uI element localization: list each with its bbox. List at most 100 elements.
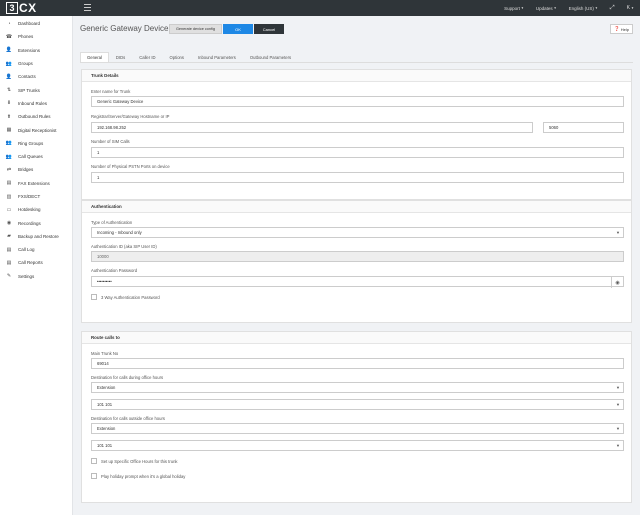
top-nav: Support ▼ Updates ▼ English (US) ▼ ⤢ K ▼	[504, 0, 634, 16]
caret-down-icon: ▼	[520, 6, 524, 10]
outbound-icon: ⬆	[6, 113, 12, 120]
checkbox-box[interactable]	[91, 458, 97, 464]
top-bar: 3 CX Support ▼ Updates ▼ English (US) ▼ ⤢ K…	[0, 0, 640, 16]
contacts-icon: 👤	[5, 73, 13, 80]
sidebar-item-inbound-rules[interactable]: ⬇ Inbound Rules	[0, 97, 72, 110]
trunk-icon: ⇅	[6, 87, 12, 94]
inbound-icon: ⬇	[6, 100, 12, 107]
updates-menu[interactable]: Updates ▼	[536, 6, 557, 11]
card-heading: Route calls to	[82, 332, 631, 344]
sidebar-item-call-log[interactable]: ▤ Call Log	[0, 243, 72, 256]
office-hours-target-select[interactable]: 101 101 ▼	[91, 399, 624, 410]
hotdesk-icon: ▭	[6, 206, 12, 213]
call-log-icon: ▤	[6, 246, 12, 253]
fullscreen-icon[interactable]: ⤢	[610, 5, 615, 12]
dashboard-icon: ◔	[7, 20, 11, 27]
generate-config-button[interactable]: Generate device config	[169, 24, 222, 34]
user-menu[interactable]: K ▼	[627, 5, 634, 11]
sidebar-item-contacts[interactable]: 👤 Contacts	[0, 70, 72, 83]
trunk-name-input[interactable]: Generic Gateway Device	[91, 96, 624, 107]
sidebar-item-sip-trunks[interactable]: ⇅ SIP Trunks	[0, 83, 72, 96]
chevron-down-icon: ▼	[616, 443, 620, 448]
chevron-down-icon: ▼	[616, 426, 620, 431]
tab-divider	[80, 62, 633, 63]
cancel-button[interactable]: Cancel	[254, 24, 284, 34]
fax-icon: ▤	[6, 180, 12, 187]
sidebar-item-call-queues[interactable]: 👥 Call Queues	[0, 150, 72, 163]
caret-down-icon: ▼	[631, 6, 634, 10]
sidebar-item-phones[interactable]: ☎ Phones	[0, 30, 72, 43]
specific-hours-checkbox[interactable]: Set up Specific Office Hours for this tr…	[91, 458, 178, 464]
wrench-icon: ✎	[6, 273, 12, 280]
auth-id-input[interactable]: 10000	[91, 251, 624, 262]
sim-calls-input[interactable]: 1	[91, 147, 624, 158]
authentication-card: Authentication Type of Authentication In…	[81, 200, 632, 323]
sidebar-item-ring-groups[interactable]: 👥 Ring Groups	[0, 137, 72, 150]
group-icon: 👥	[5, 60, 13, 67]
logo[interactable]: 3 CX	[6, 1, 37, 15]
trunk-name-label: Enter name for Trunk	[91, 89, 131, 94]
caret-down-icon: ▼	[594, 6, 598, 10]
auth-id-label: Authentication ID (aka SIP User ID)	[91, 244, 157, 249]
sim-calls-label: Number of SIM Calls	[91, 139, 130, 144]
checkbox-box[interactable]	[91, 294, 97, 300]
recordings-icon: ◉	[6, 220, 12, 227]
folder-icon: ▰	[7, 233, 11, 240]
phone-icon: ☎	[5, 33, 13, 40]
language-menu[interactable]: English (US) ▼	[569, 6, 598, 11]
pstn-ports-input[interactable]: 1	[91, 172, 624, 183]
sidebar-item-fax-extensions[interactable]: ▤ FAX Extensions	[0, 177, 72, 190]
sidebar-item-dashboard[interactable]: ◔ Dashboard	[0, 17, 72, 30]
help-icon: ❓	[614, 26, 620, 31]
host-input[interactable]: 192.168.98.252	[91, 122, 533, 133]
eye-icon[interactable]: ◉	[611, 277, 623, 288]
auth-type-select[interactable]: Incoming - Inbound only ▼	[91, 227, 624, 238]
trunk-details-card: Trunk Details Enter name for Trunk Gener…	[81, 69, 632, 200]
help-button[interactable]: ❓ Help	[610, 24, 633, 34]
ok-button[interactable]: OK	[223, 24, 253, 34]
auth-password-input[interactable]: •••••••••• ◉	[91, 276, 624, 288]
sidebar-item-settings[interactable]: ✎ Settings	[0, 270, 72, 283]
three-way-auth-checkbox[interactable]: 3 Way Authentication Password	[91, 294, 160, 300]
main-content: Generic Gateway Device Generate device c…	[73, 16, 640, 515]
sidebar: ◔ Dashboard ☎ Phones 👤 Extensions 👥 Groups 👤…	[0, 16, 73, 515]
sidebar-item-extensions[interactable]: 👤 Extensions	[0, 44, 72, 57]
outside-hours-target-select[interactable]: 101 101 ▼	[91, 440, 624, 451]
sidebar-item-outbound-rules[interactable]: ⬆ Outbound Rules	[0, 110, 72, 123]
main-trunk-input[interactable]: 69014	[91, 358, 624, 369]
main-trunk-label: Main Trunk No	[91, 351, 119, 356]
sidebar-item-call-reports[interactable]: ▤ Call Reports	[0, 256, 72, 269]
office-hours-type-select[interactable]: Extension ▼	[91, 382, 624, 393]
outside-hours-label: Destination for calls outside office hou…	[91, 416, 165, 421]
bridge-icon: ⇄	[6, 166, 12, 173]
logo-text: CX	[19, 1, 37, 15]
ring-group-icon: 👥	[5, 140, 13, 147]
holiday-prompt-checkbox[interactable]: Play holiday prompt when it's a global h…	[91, 473, 185, 479]
logo-mark: 3	[6, 2, 18, 14]
sidebar-item-fxs-dect[interactable]: ▥ FXS/DECT	[0, 190, 72, 203]
sidebar-item-digital-receptionist[interactable]: ▦ Digital Receptionist	[0, 123, 72, 136]
receptionist-icon: ▦	[6, 127, 12, 134]
pstn-ports-label: Number of Physical PSTN Ports on device	[91, 164, 170, 169]
chevron-down-icon: ▼	[616, 385, 620, 390]
port-input[interactable]: 5060	[543, 122, 624, 133]
outside-hours-type-select[interactable]: Extension ▼	[91, 423, 624, 434]
sidebar-item-groups[interactable]: 👥 Groups	[0, 57, 72, 70]
sidebar-item-hotdesking[interactable]: ▭ Hotdesking	[0, 203, 72, 216]
fxs-icon: ▥	[6, 193, 12, 200]
chevron-down-icon: ▼	[616, 230, 620, 235]
chevron-down-icon: ▼	[616, 402, 620, 407]
card-heading: Trunk Details	[82, 70, 631, 82]
card-heading: Authentication	[82, 201, 631, 213]
office-hours-label: Destination for calls during office hour…	[91, 375, 164, 380]
sidebar-item-recordings[interactable]: ◉ Recordings	[0, 216, 72, 229]
support-menu[interactable]: Support ▼	[504, 6, 524, 11]
sidebar-item-bridges[interactable]: ⇄ Bridges	[0, 163, 72, 176]
sidebar-item-backup-restore[interactable]: ▰ Backup and Restore	[0, 230, 72, 243]
auth-password-label: Authentication Password	[91, 268, 138, 273]
page-title: Generic Gateway Device	[80, 24, 169, 33]
reports-icon: ▤	[6, 259, 12, 266]
route-calls-card: Route calls to Main Trunk No 69014 Desti…	[81, 331, 632, 503]
hamburger-menu-icon[interactable]	[84, 4, 91, 11]
checkbox-box[interactable]	[91, 473, 97, 479]
